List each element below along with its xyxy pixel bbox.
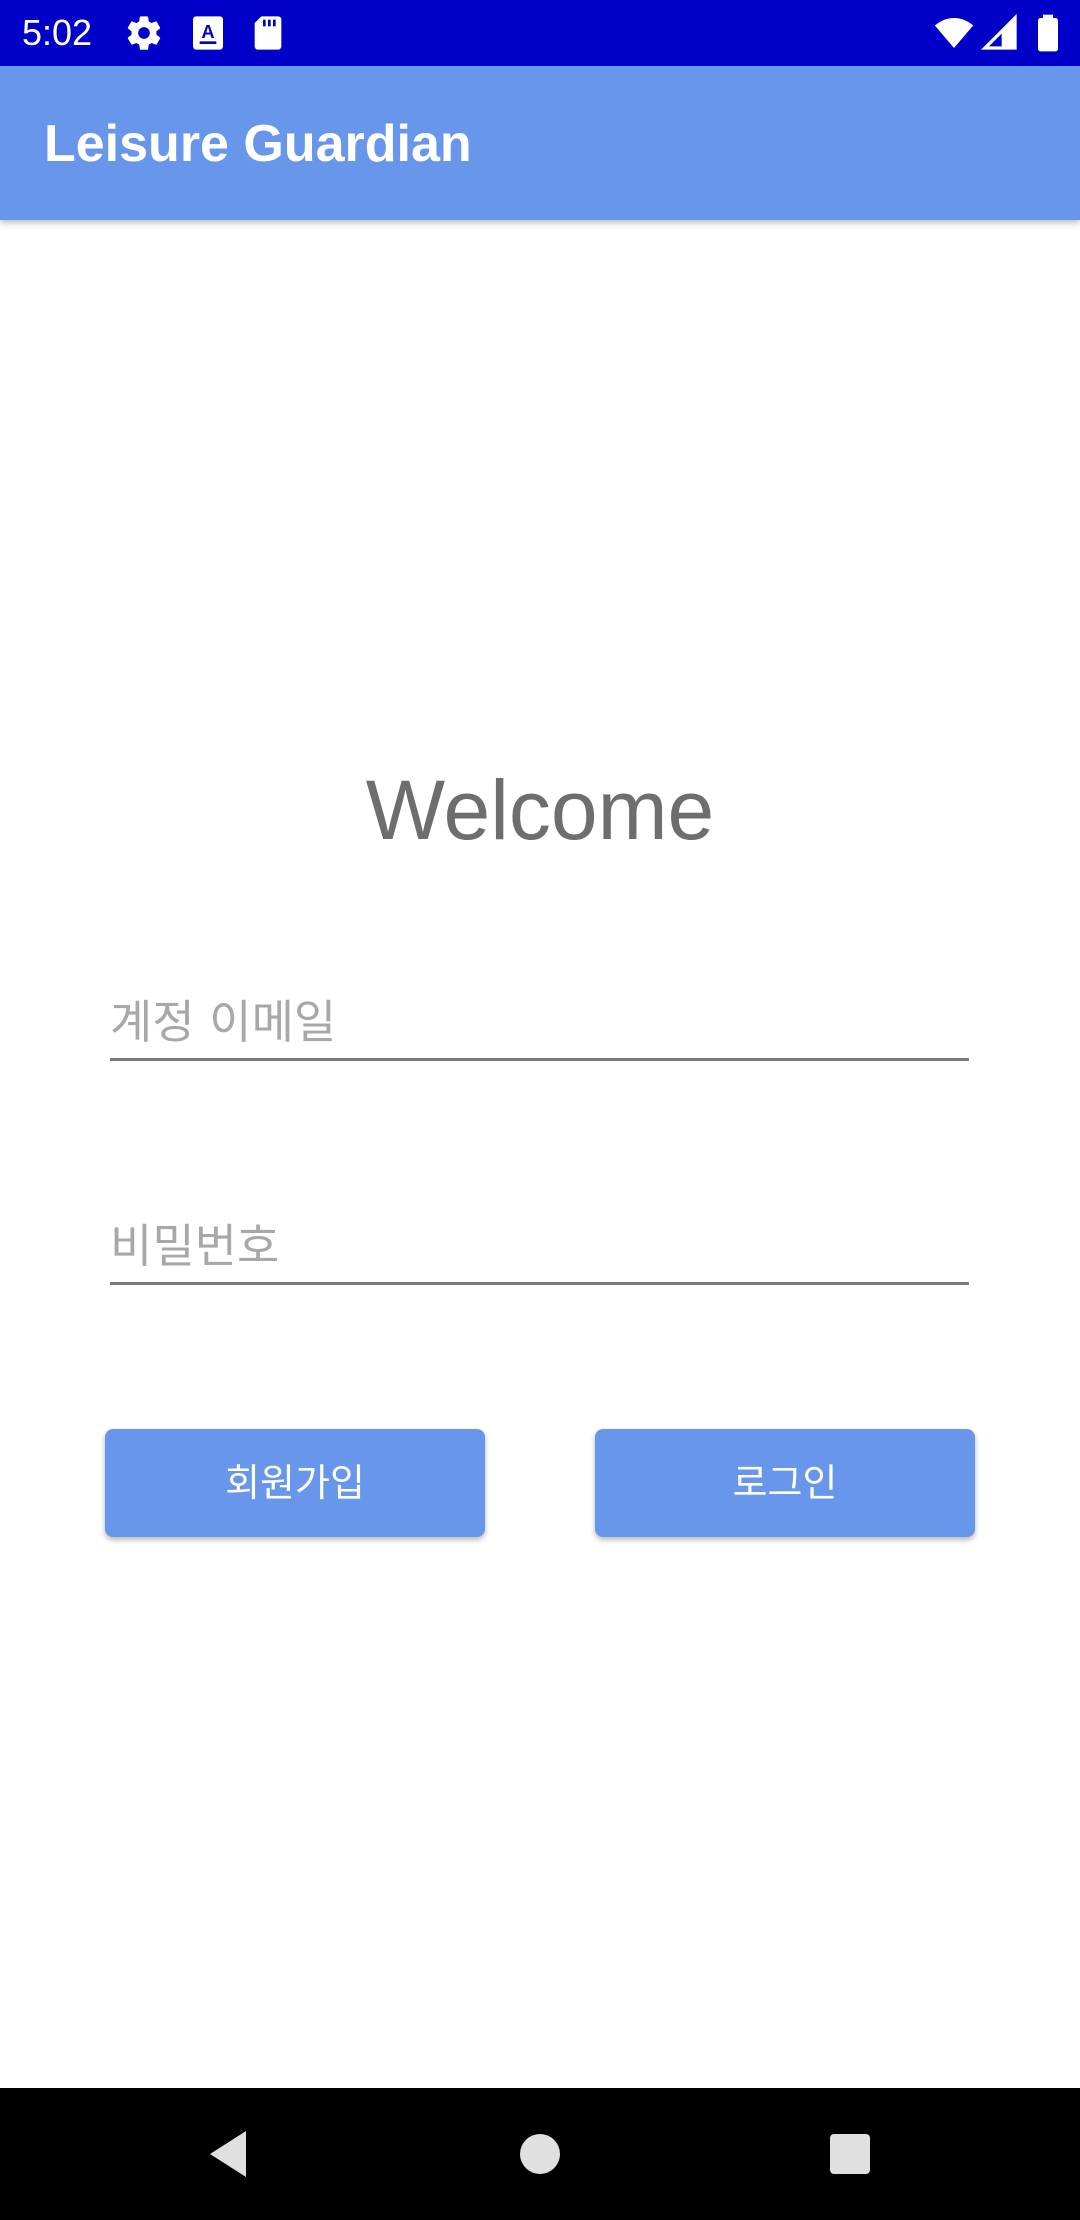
gear-icon (124, 13, 164, 53)
svg-text:A: A (201, 21, 214, 42)
recents-icon (830, 2134, 870, 2174)
email-field[interactable] (110, 986, 969, 1061)
app-title: Leisure Guardian (44, 115, 472, 173)
signal-icon (980, 13, 1020, 53)
battery-icon (1028, 13, 1068, 53)
wifi-icon (934, 13, 974, 53)
status-time: 5:02 (22, 12, 93, 53)
signup-button[interactable]: 회원가입 (105, 1429, 485, 1537)
a-icon: A (188, 13, 228, 53)
sd-card-icon (248, 13, 288, 53)
back-button[interactable] (190, 2114, 270, 2194)
home-button[interactable] (500, 2114, 580, 2194)
back-icon (210, 2131, 246, 2177)
recents-button[interactable] (810, 2114, 890, 2194)
status-bar: 5:02 A (0, 0, 1080, 66)
password-field[interactable] (110, 1210, 969, 1285)
login-button[interactable]: 로그인 (595, 1429, 975, 1537)
app-bar: Leisure Guardian (0, 66, 1080, 220)
welcome-heading: Welcome (365, 763, 715, 857)
navigation-bar (0, 2088, 1080, 2220)
home-icon (520, 2134, 560, 2174)
